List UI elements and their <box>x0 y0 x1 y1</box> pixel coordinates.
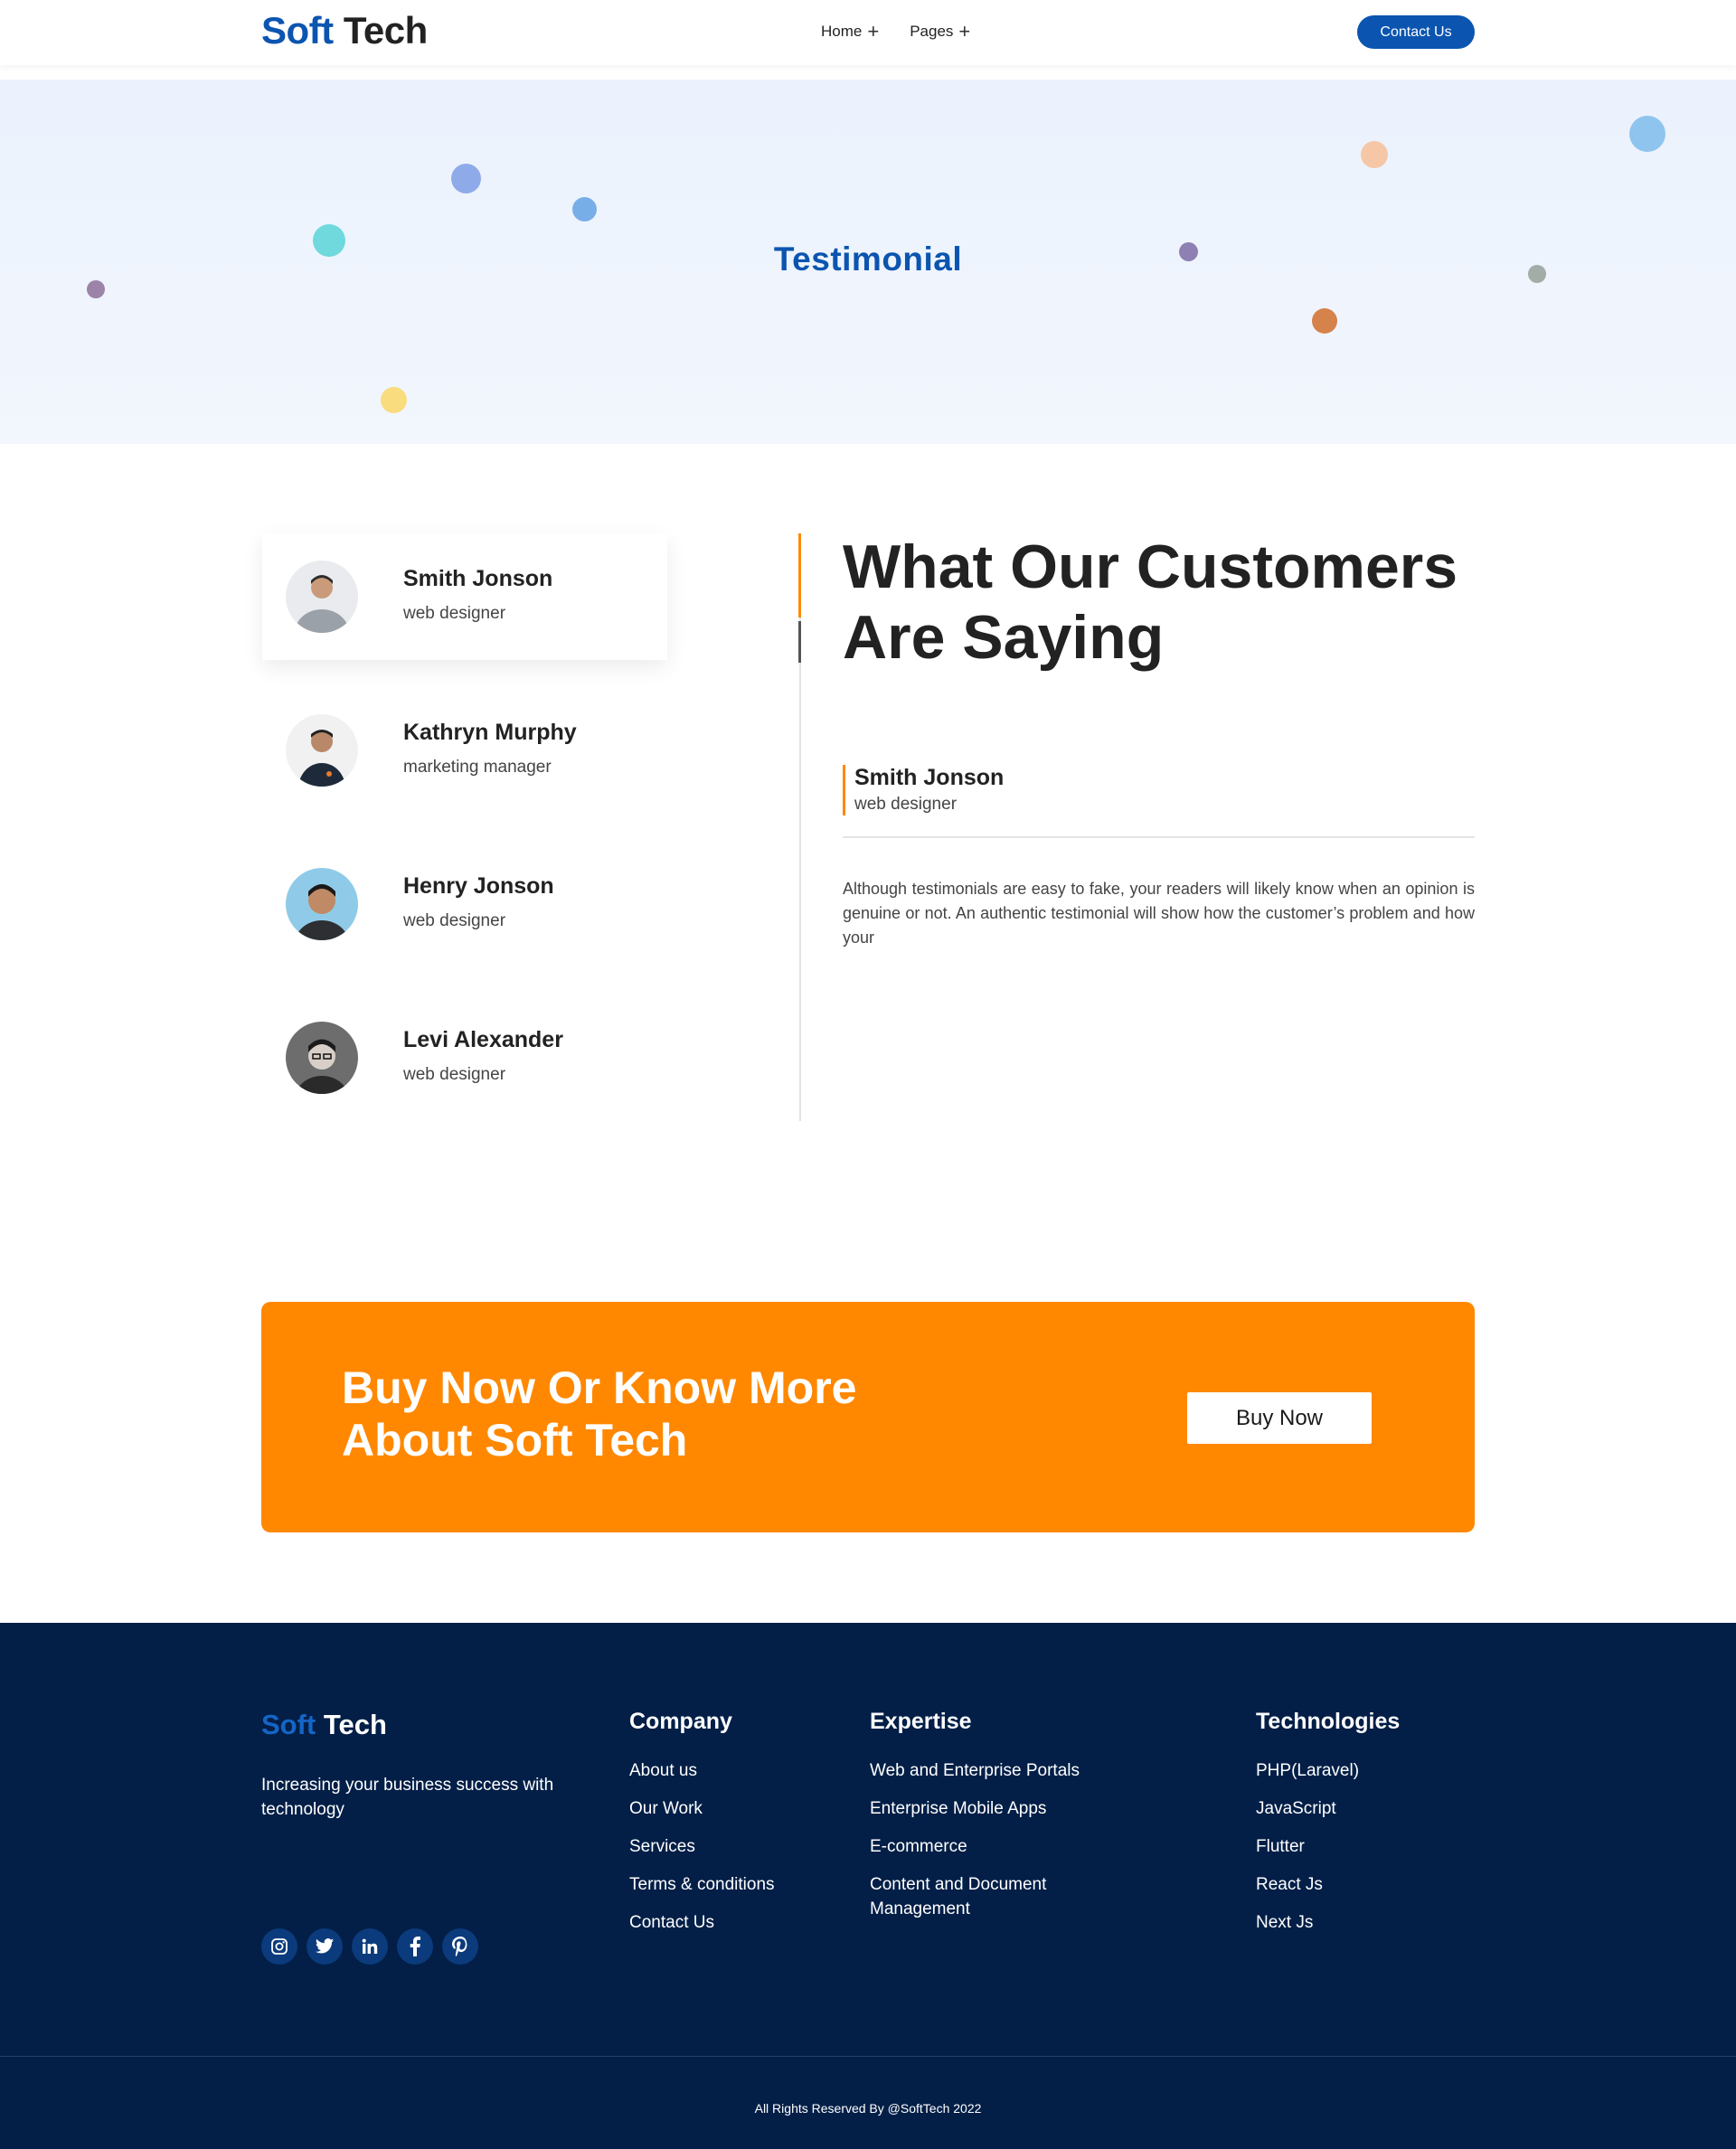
nav-item-label: Pages <box>910 23 954 40</box>
pinterest-icon[interactable] <box>442 1928 478 1965</box>
nav-item-pages[interactable]: Pages + <box>910 22 970 42</box>
logo-soft: Soft <box>261 1709 316 1740</box>
plus-icon: + <box>958 20 971 42</box>
decor-dot <box>1312 308 1337 334</box>
cta-banner: Buy Now Or Know More About Soft Tech Buy… <box>261 1302 1475 1532</box>
decor-dot <box>87 280 105 298</box>
footer-logo[interactable]: Soft Tech <box>261 1709 387 1741</box>
decor-dot <box>451 164 481 193</box>
plus-icon: + <box>867 20 880 42</box>
copyright: All Rights Reserved By @SoftTech 2022 <box>754 2101 982 2116</box>
logo-tech: Tech <box>323 1709 387 1740</box>
site-footer: Soft Tech Increasing your business succe… <box>0 1623 1736 2149</box>
buy-now-button[interactable]: Buy Now <box>1187 1392 1372 1444</box>
footer-column-title: Technologies <box>1256 1709 1401 1734</box>
person-role: marketing manager <box>403 758 552 777</box>
person-role: web designer <box>403 911 506 930</box>
page-title: Testimonial <box>773 240 963 278</box>
footer-link-mobile-apps[interactable]: Enterprise Mobile Apps <box>870 1796 1132 1821</box>
decor-dot <box>572 197 597 221</box>
section-heading: What Our Customers Are Saying <box>843 533 1458 672</box>
divider-scroll-indicator <box>798 621 801 663</box>
nav-item-label: Home <box>821 23 863 40</box>
cta-title: Buy Now Or Know More About Soft Tech <box>342 1362 857 1466</box>
logo[interactable]: Soft Tech <box>261 9 428 52</box>
testimonial-quote: Although testimonials are easy to fake, … <box>843 880 1475 947</box>
footer-link-our-work[interactable]: Our Work <box>629 1796 775 1821</box>
site-header: Soft Tech Home + Pages + Contact Us <box>0 0 1736 65</box>
divider <box>843 836 1475 838</box>
testimonial-person-smith-jonson[interactable]: Smith Jonson web designer <box>262 533 667 660</box>
person-name: Kathryn Murphy <box>403 720 577 745</box>
avatar <box>286 714 358 787</box>
footer-link-next[interactable]: Next Js <box>1256 1910 1400 1935</box>
footer-link-web-portals[interactable]: Web and Enterprise Portals <box>870 1758 1132 1783</box>
selected-testimonial-author: Smith Jonson web designer <box>843 765 1004 815</box>
footer-column-technologies: Technologies PHP(Laravel) JavaScript Flu… <box>1256 1709 1400 1948</box>
footer-tagline: Increasing your business success with te… <box>261 1776 554 1819</box>
person-role: web designer <box>403 604 506 623</box>
avatar <box>286 1022 358 1094</box>
person-name: Smith Jonson <box>403 566 553 591</box>
nav-item-home[interactable]: Home + <box>821 22 879 42</box>
testimonial-person-henry-jonson[interactable]: Henry Jonson web designer <box>262 841 667 967</box>
footer-link-contact-us[interactable]: Contact Us <box>629 1910 775 1935</box>
decor-dot <box>381 387 407 413</box>
footer-column-company: Company About us Our Work Services Terms… <box>629 1709 775 1948</box>
social-links <box>261 1928 478 1965</box>
footer-link-terms[interactable]: Terms & conditions <box>629 1872 775 1897</box>
footer-divider <box>0 2056 1736 2057</box>
footer-link-php[interactable]: PHP(Laravel) <box>1256 1758 1400 1783</box>
footer-link-flutter[interactable]: Flutter <box>1256 1834 1400 1859</box>
facebook-icon[interactable] <box>397 1928 433 1965</box>
person-role: web designer <box>403 1065 506 1084</box>
logo-tech: Tech <box>343 9 428 52</box>
footer-link-services[interactable]: Services <box>629 1834 775 1859</box>
footer-link-javascript[interactable]: JavaScript <box>1256 1796 1400 1821</box>
instagram-icon[interactable] <box>261 1928 297 1965</box>
decor-dot <box>1629 116 1665 152</box>
divider-accent <box>798 533 801 617</box>
twitter-icon[interactable] <box>307 1928 343 1965</box>
person-name: Levi Alexander <box>403 1027 563 1052</box>
logo-soft: Soft <box>261 9 334 52</box>
page-hero: Testimonial <box>0 80 1736 444</box>
footer-link-about-us[interactable]: About us <box>629 1758 775 1783</box>
selected-name: Smith Jonson <box>854 765 1005 790</box>
person-name: Henry Jonson <box>403 873 554 899</box>
linkedin-icon[interactable] <box>352 1928 388 1965</box>
testimonial-person-kathryn-murphy[interactable]: Kathryn Murphy marketing manager <box>262 687 667 814</box>
testimonial-person-levi-alexander[interactable]: Levi Alexander web designer <box>262 994 667 1121</box>
footer-column-title: Company <box>629 1709 732 1734</box>
footer-column-title: Expertise <box>870 1709 972 1734</box>
avatar <box>286 868 358 940</box>
contact-us-button[interactable]: Contact Us <box>1357 15 1475 49</box>
footer-link-content-management[interactable]: Content and Document Management <box>870 1872 1132 1921</box>
selected-role: web designer <box>854 795 958 814</box>
footer-link-ecommerce[interactable]: E-commerce <box>870 1834 1132 1859</box>
main-nav: Home + Pages + <box>821 22 970 42</box>
avatar <box>286 561 358 633</box>
decor-dot <box>1361 141 1388 168</box>
footer-link-react[interactable]: React Js <box>1256 1872 1400 1897</box>
footer-column-expertise: Expertise Web and Enterprise Portals Ent… <box>870 1709 1132 1935</box>
